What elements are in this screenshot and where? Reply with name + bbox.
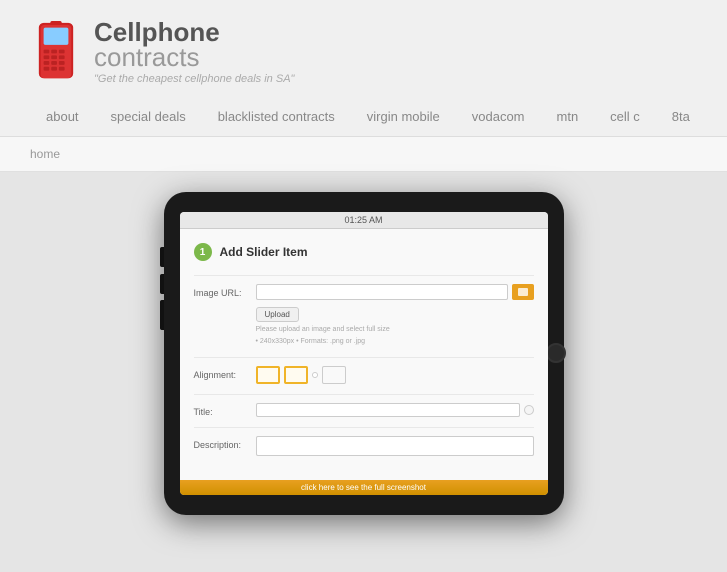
- align-separator: [312, 372, 318, 378]
- align-right-option[interactable]: [322, 366, 346, 384]
- image-url-field: Upload Please upload an image and select…: [256, 284, 534, 347]
- step-indicator: 1: [194, 243, 212, 261]
- upload-hint-line2: • 240x330px • Formats: .png or .jpg: [256, 337, 534, 347]
- site-header: Cellphone contracts "Get the cheapest ce…: [0, 0, 727, 137]
- description-input[interactable]: [256, 436, 534, 456]
- align-center-option[interactable]: [284, 366, 308, 384]
- nav-item-about[interactable]: about: [30, 99, 95, 136]
- brand-text: Cellphone contracts "Get the cheapest ce…: [94, 18, 294, 85]
- upload-hint-line1: Please upload an image and select full s…: [256, 325, 534, 335]
- title-label: Title:: [194, 403, 256, 417]
- nav-item-blacklisted-contracts[interactable]: blacklisted contracts: [202, 99, 351, 136]
- browse-button[interactable]: [512, 284, 534, 300]
- tablet-home-button[interactable]: [546, 343, 566, 363]
- site-title: Cellphone contracts: [94, 18, 294, 71]
- tablet-side-button-top: [160, 247, 164, 267]
- tablet-time: 01:25 AM: [344, 215, 382, 225]
- bottom-hint-bar[interactable]: click here to see the full screenshot: [180, 480, 548, 495]
- tablet-side-button-bot: [160, 300, 164, 330]
- form-header: 1 Add Slider Item: [194, 243, 534, 261]
- site-tagline: "Get the cheapest cellphone deals in SA": [94, 73, 294, 85]
- main-content: 01:25 AM 1 Add Slider Item Image URL:: [0, 172, 727, 572]
- nav-item-special-deals[interactable]: special deals: [95, 99, 202, 136]
- tablet-device: 01:25 AM 1 Add Slider Item Image URL:: [164, 192, 564, 515]
- description-field-wrap: [256, 436, 534, 456]
- brand-area: Cellphone contracts "Get the cheapest ce…: [30, 18, 697, 97]
- breadcrumb-bar: home: [0, 137, 727, 172]
- description-label: Description:: [194, 436, 256, 450]
- browse-icon: [518, 288, 528, 296]
- nav-item-virgin-mobile[interactable]: virgin mobile: [351, 99, 456, 136]
- tablet-status-bar: 01:25 AM: [180, 212, 548, 229]
- title-field-wrap: [256, 403, 534, 417]
- phone-logo-icon: [30, 21, 82, 83]
- description-row: Description:: [194, 427, 534, 456]
- form-title: Add Slider Item: [220, 245, 308, 259]
- image-url-row: Image URL: Upload Please up: [194, 275, 534, 347]
- url-input[interactable]: [256, 284, 508, 300]
- tablet-screen: 01:25 AM 1 Add Slider Item Image URL:: [180, 212, 548, 495]
- title-input[interactable]: [256, 403, 520, 417]
- alignment-row: Alignment:: [194, 357, 534, 384]
- nav-item-mtn[interactable]: mtn: [541, 99, 595, 136]
- upload-button[interactable]: Upload: [256, 307, 299, 322]
- tablet-side-button-mid: [160, 274, 164, 294]
- tablet-form-content: 1 Add Slider Item Image URL:: [180, 229, 548, 480]
- nav-item-vodacom[interactable]: vodacom: [456, 99, 541, 136]
- image-url-label: Image URL:: [194, 284, 256, 298]
- alignment-field: [256, 366, 534, 384]
- title-row: Title:: [194, 394, 534, 417]
- tablet-body: 01:25 AM 1 Add Slider Item Image URL:: [164, 192, 564, 515]
- main-nav: about special deals blacklisted contract…: [30, 97, 697, 136]
- title-field-icon: [524, 405, 534, 415]
- nav-item-cell-c[interactable]: cell c: [594, 99, 656, 136]
- breadcrumb-home[interactable]: home: [30, 147, 60, 161]
- nav-item-8ta[interactable]: 8ta: [656, 99, 706, 136]
- alignment-label: Alignment:: [194, 366, 256, 380]
- align-left-option[interactable]: [256, 366, 280, 384]
